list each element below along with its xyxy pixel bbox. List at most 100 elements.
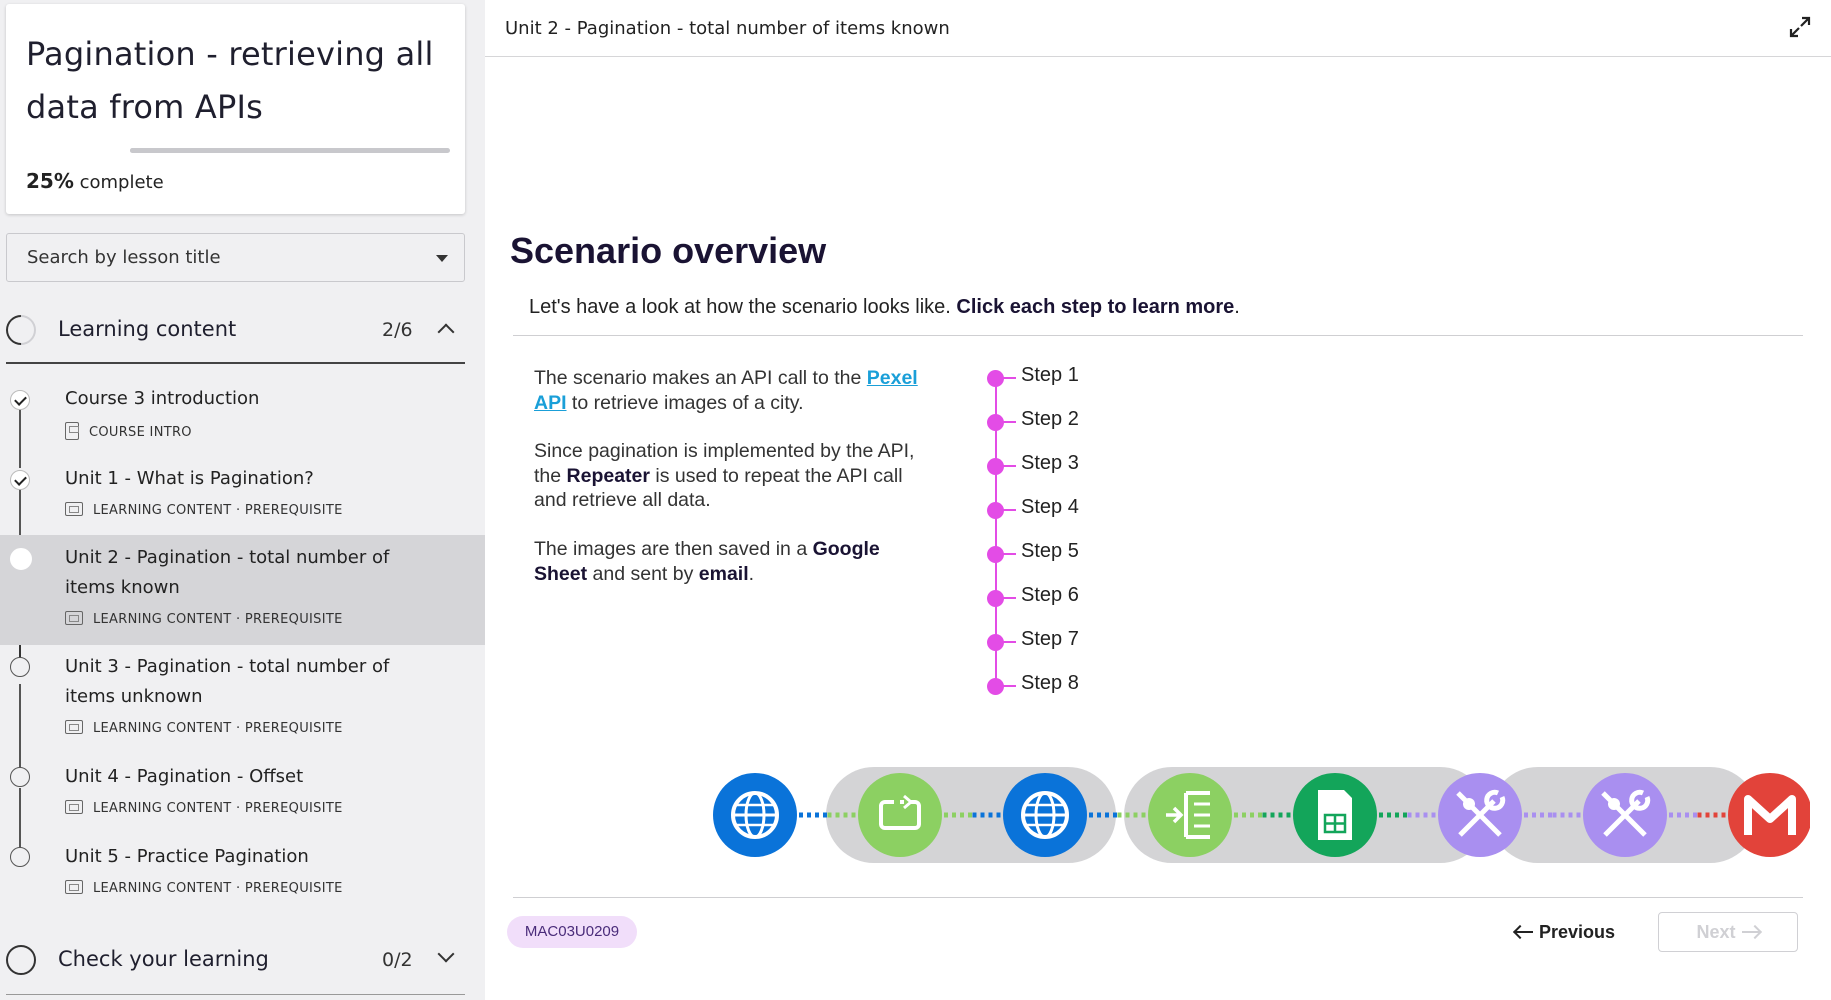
course-title: Pagination - retrieving all data from AP… (26, 35, 434, 126)
step-connector (1002, 509, 1016, 511)
lesson-item-active[interactable]: Unit 2 - Pagination - total number of it… (0, 535, 485, 645)
arrow-left-icon (1514, 931, 1533, 933)
step-label: Step 7 (1021, 628, 1079, 650)
tools-icon (1438, 773, 1522, 857)
next-button[interactable]: Next (1658, 912, 1798, 952)
step-item[interactable]: Step 5 (987, 538, 1147, 568)
scenario-heading: Scenario overview (510, 230, 827, 271)
step-item[interactable]: Step 1 (987, 362, 1147, 392)
http-globe-icon (713, 773, 797, 857)
lesson-title: Unit 2 - Pagination - total number of it… (65, 547, 390, 598)
previous-button[interactable]: Previous (1505, 912, 1625, 952)
lesson-content: Unit 2 - Pagination - total number of it… (485, 0, 1831, 1000)
previous-label: Previous (1538, 922, 1616, 942)
course-title-card: Pagination - retrieving all data from AP… (6, 4, 465, 214)
http-globe-icon (1003, 773, 1087, 857)
step-item[interactable]: Step 8 (987, 670, 1147, 700)
step-item[interactable]: Step 6 (987, 582, 1147, 612)
completed-check-icon (10, 390, 30, 410)
step-item[interactable]: Step 4 (987, 494, 1147, 524)
desc-bold: Repeater (566, 464, 650, 487)
step-item[interactable]: Step 7 (987, 626, 1147, 656)
incomplete-circle-icon (10, 657, 30, 677)
step-connector (1002, 553, 1016, 555)
step-connector (1002, 465, 1016, 467)
section-count: 0/2 (382, 949, 413, 971)
desc-text: The images are then saved in a (534, 538, 813, 560)
desc-text: and sent by (587, 562, 699, 585)
tools-icon (1583, 773, 1667, 857)
section-learning-content[interactable]: Learning content 2/6 (0, 302, 485, 358)
lesson-item[interactable]: Unit 4 - Pagination - Offset LEARNING CO… (0, 764, 485, 834)
presentation-icon (65, 611, 83, 625)
lesson-title: Course 3 introduction (65, 388, 260, 409)
intro-divider (513, 335, 1803, 336)
desc-text: to retrieve images of a city. (566, 391, 804, 414)
lesson-meta-text: LEARNING CONTENT · PREREQUISITE (93, 881, 343, 896)
step-label: Step 5 (1021, 540, 1079, 562)
google-sheets-icon (1293, 773, 1377, 857)
iterator-icon (1148, 773, 1232, 857)
description-paragraph-1: The scenario makes an API call to the Pe… (534, 366, 934, 415)
lesson-code-badge: MAC03U0209 (507, 916, 637, 948)
step-connector (1002, 597, 1016, 599)
chevron-up-icon[interactable] (437, 323, 455, 341)
desc-text: The scenario makes an API call to the (534, 367, 867, 389)
expand-fullscreen-icon[interactable] (1789, 16, 1811, 38)
lesson-title: Unit 5 - Practice Pagination (65, 846, 309, 867)
completed-check-icon (10, 470, 30, 490)
lesson-item[interactable]: Course 3 introduction COURSE INTRO (0, 380, 485, 450)
description-paragraph-3: The images are then saved in a Google Sh… (534, 537, 934, 586)
step-connector (1002, 685, 1016, 687)
step-item[interactable]: Step 3 (987, 450, 1147, 480)
lesson-meta: LEARNING CONTENT · PREREQUISITE (65, 800, 343, 816)
lesson-meta: LEARNING CONTENT · PREREQUISITE (65, 611, 343, 627)
desc-bold: email (698, 562, 749, 585)
progress-text: 25% complete (26, 169, 164, 193)
step-item[interactable]: Step 2 (987, 406, 1147, 436)
arrow-right-icon (1741, 931, 1760, 933)
lesson-item[interactable]: Unit 3 - Pagination - total number of it… (0, 648, 485, 748)
scenario-module-flow (713, 767, 1810, 863)
scenario-intro: Let's have a look at how the scenario lo… (529, 296, 1240, 319)
step-label: Step 4 (1021, 496, 1079, 518)
presentation-icon (65, 502, 83, 516)
desc-text: . (748, 562, 755, 585)
presentation-icon (65, 880, 83, 894)
description-paragraph-2: Since pagination is implemented by the A… (534, 439, 934, 513)
intro-text: Let's have a look at how the scenario lo… (529, 296, 957, 318)
lesson-item[interactable]: Unit 5 - Practice Pagination LEARNING CO… (0, 844, 485, 914)
lesson-search-dropdown[interactable]: Search by lesson title (6, 233, 465, 282)
next-label: Next (1696, 922, 1736, 942)
step-label: Step 6 (1021, 584, 1079, 606)
lesson-breadcrumb: Unit 2 - Pagination - total number of it… (505, 18, 950, 39)
lesson-meta-text: LEARNING CONTENT · PREREQUISITE (93, 503, 343, 518)
section-divider (6, 362, 465, 364)
caret-down-icon (436, 255, 448, 262)
step-connector (1002, 421, 1016, 423)
section-label: Learning content (58, 317, 237, 341)
lesson-title: Unit 1 - What is Pagination? (65, 468, 314, 489)
progress-ring-icon (0, 308, 43, 352)
lesson-item[interactable]: Unit 1 - What is Pagination? LEARNING CO… (0, 460, 485, 530)
section-check-your-learning[interactable]: Check your learning 0/2 (0, 932, 485, 988)
intro-bold: Click each step to learn more (956, 296, 1235, 318)
progress-bar (130, 148, 450, 153)
lesson-meta-text: LEARNING CONTENT · PREREQUISITE (93, 612, 343, 627)
step-connector (1002, 377, 1016, 379)
section-divider (6, 994, 465, 995)
lesson-meta: LEARNING CONTENT · PREREQUISITE (65, 880, 343, 896)
course-sidebar: Pagination - retrieving all data from AP… (0, 0, 485, 1000)
progress-bar-fill (130, 148, 210, 153)
chevron-down-icon[interactable] (437, 945, 455, 963)
step-connector (1002, 641, 1016, 643)
footer-divider (513, 897, 1803, 898)
section-count: 2/6 (382, 319, 413, 341)
intro-end: . (1234, 296, 1240, 318)
incomplete-circle-icon (10, 847, 30, 867)
presentation-icon (65, 720, 83, 734)
progress-ring-icon (6, 945, 36, 975)
lesson-search-placeholder: Search by lesson title (27, 247, 221, 268)
step-label: Step 1 (1021, 364, 1079, 386)
presentation-icon (65, 800, 83, 814)
